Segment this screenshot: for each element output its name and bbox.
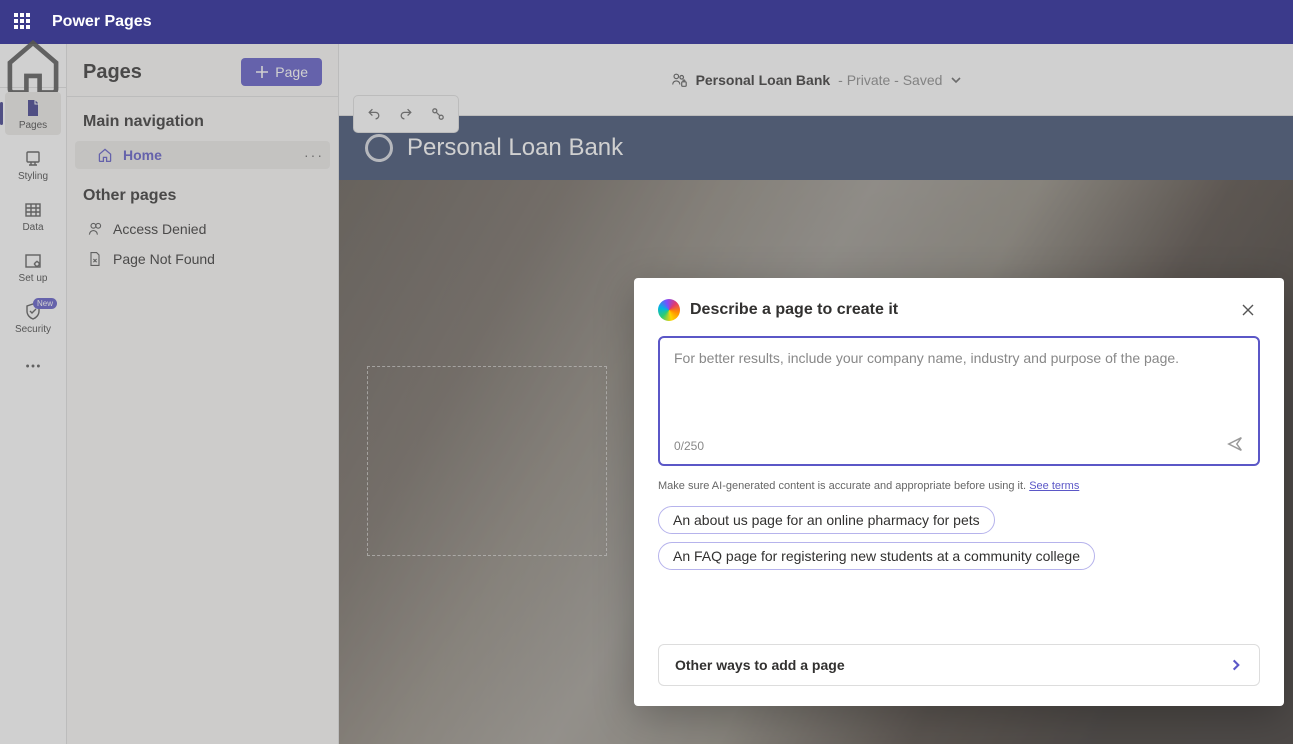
send-button[interactable] [1226, 435, 1244, 456]
suggestion-chips: An about us page for an online pharmacy … [658, 506, 1260, 570]
chevron-right-icon [1229, 658, 1243, 672]
suggestion-chip[interactable]: An about us page for an online pharmacy … [658, 506, 995, 534]
other-ways-label: Other ways to add a page [675, 657, 845, 673]
waffle-icon[interactable] [14, 13, 32, 31]
other-ways-button[interactable]: Other ways to add a page [658, 644, 1260, 686]
char-count: 0/250 [674, 439, 704, 453]
close-icon [1241, 303, 1255, 317]
product-name: Power Pages [52, 13, 152, 31]
close-button[interactable] [1236, 298, 1260, 322]
app-header: Power Pages [0, 0, 1293, 44]
terms-link[interactable]: See terms [1029, 480, 1079, 492]
send-icon [1226, 435, 1244, 453]
copilot-icon [658, 299, 680, 321]
copilot-dialog: Describe a page to create it 0/250 Make … [634, 278, 1284, 706]
disclaimer: Make sure AI-generated content is accura… [658, 480, 1260, 492]
disclaimer-text: Make sure AI-generated content is accura… [658, 480, 1026, 492]
dialog-title: Describe a page to create it [690, 301, 1226, 319]
suggestion-chip[interactable]: An FAQ page for registering new students… [658, 542, 1095, 570]
prompt-textarea[interactable] [674, 350, 1244, 435]
prompt-box: 0/250 [658, 336, 1260, 466]
